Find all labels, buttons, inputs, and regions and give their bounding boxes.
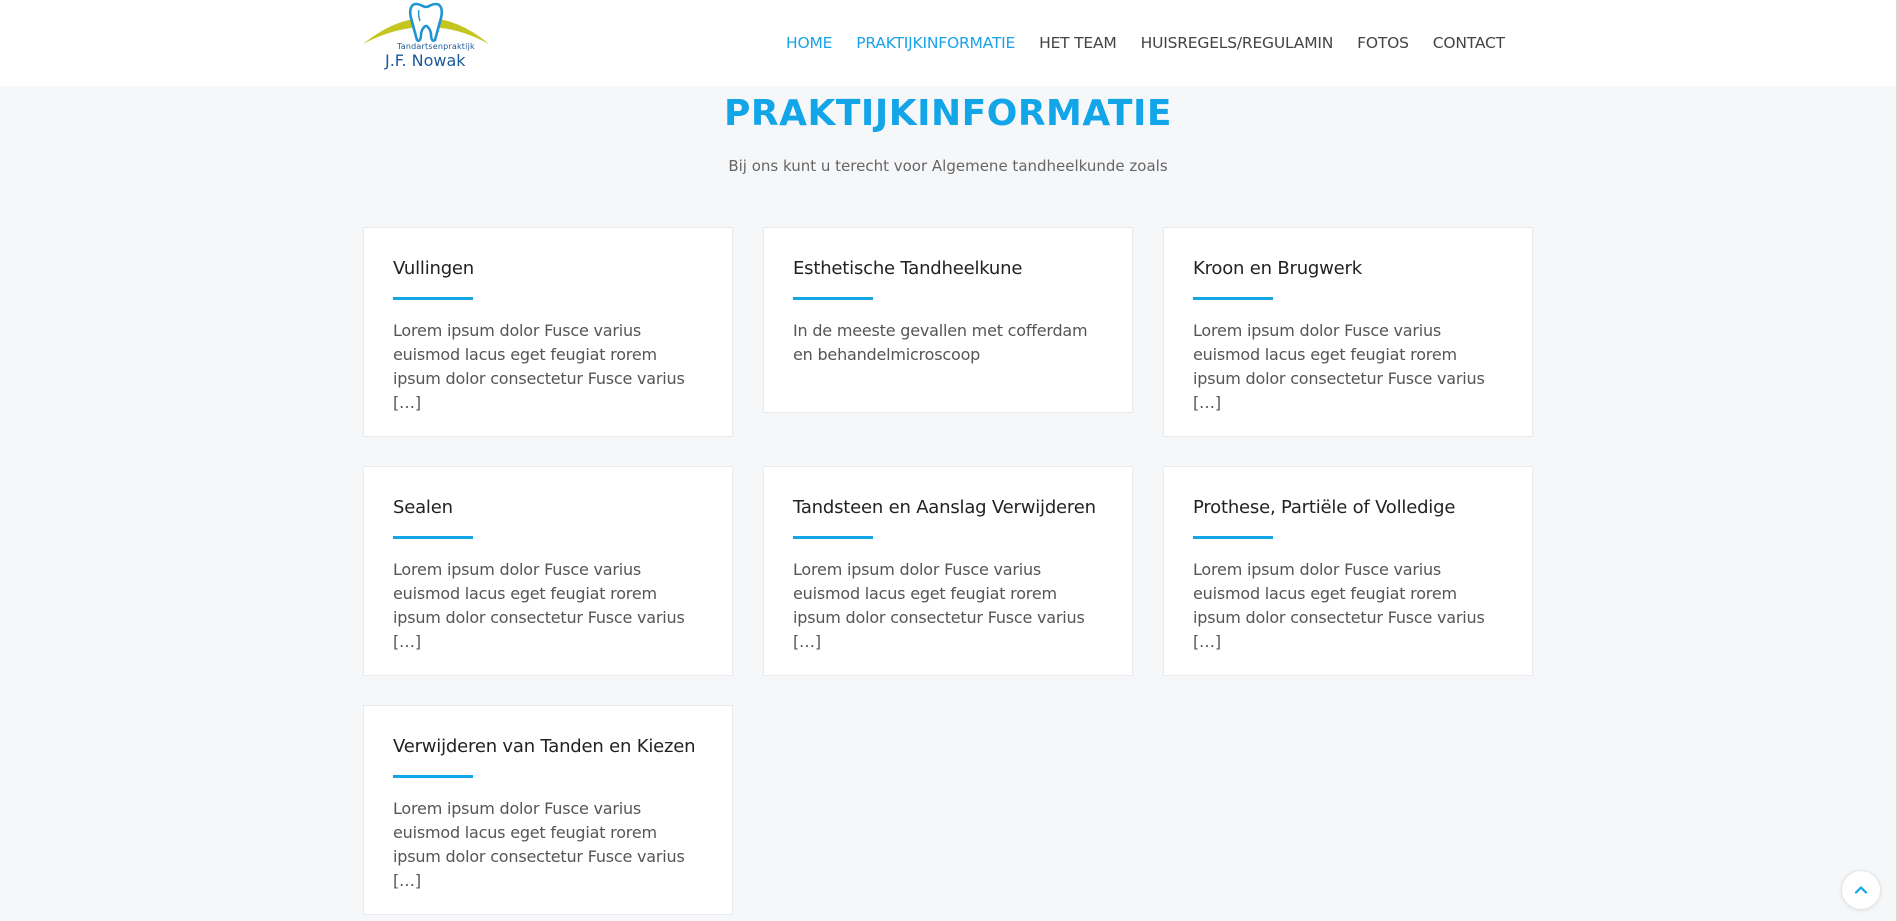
card-divider: [1193, 297, 1273, 300]
card-text: Lorem ipsum dolor Fusce varius euismod l…: [1193, 560, 1485, 651]
logo-subtitle: Tandartsenpraktijk: [397, 42, 475, 51]
service-card-verwijderen[interactable]: Verwijderen van Tanden en Kiezen Lorem i…: [363, 705, 733, 915]
card-divider: [393, 297, 473, 300]
card-divider: [393, 775, 473, 778]
card-text: Lorem ipsum dolor Fusce varius euismod l…: [393, 799, 685, 890]
card-text: Lorem ipsum dolor Fusce varius euismod l…: [393, 321, 685, 412]
service-card-tandsteen[interactable]: Tandsteen en Aanslag Verwijderen Lorem i…: [763, 466, 1133, 676]
page-title: PRAKTIJKINFORMATIE: [724, 93, 1172, 134]
nav-het-team[interactable]: HET TEAM: [1039, 34, 1117, 52]
scroll-to-top-button[interactable]: [1841, 870, 1881, 910]
nav-contact[interactable]: CONTACT: [1433, 34, 1505, 52]
card-divider: [793, 297, 873, 300]
card-title: Vullingen: [393, 258, 475, 279]
card-title: Esthetische Tandheelkune: [793, 258, 1023, 279]
main-nav: HOME PRAKTIJKINFORMATIE HET TEAM HUISREG…: [786, 31, 1505, 55]
card-title: Tandsteen en Aanslag Verwijderen: [793, 497, 1096, 518]
nav-praktijkinformatie[interactable]: PRAKTIJKINFORMATIE: [856, 34, 1015, 52]
card-divider: [393, 536, 473, 539]
card-text: Lorem ipsum dolor Fusce varius euismod l…: [1193, 321, 1485, 412]
card-title: Prothese, Partiële of Volledige: [1193, 497, 1456, 518]
card-divider: [793, 536, 873, 539]
logo-name: J.F. Nowak: [385, 51, 466, 70]
nav-huisregels[interactable]: HUISREGELS/REGULAMIN: [1141, 34, 1334, 52]
card-divider: [1193, 536, 1273, 539]
card-title: Verwijderen van Tanden en Kiezen: [393, 736, 696, 757]
card-title: Kroon en Brugwerk: [1193, 258, 1362, 279]
service-card-vullingen[interactable]: Vullingen Lorem ipsum dolor Fusce varius…: [363, 227, 733, 437]
page-subtitle: Bij ons kunt u terecht voor Algemene tan…: [728, 157, 1168, 175]
card-text: In de meeste gevallen met cofferdam en b…: [793, 321, 1088, 364]
site-header: Tandartsenpraktijk J.F. Nowak HOME PRAKT…: [0, 0, 1898, 86]
card-title: Sealen: [393, 497, 453, 518]
service-card-sealen[interactable]: Sealen Lorem ipsum dolor Fusce varius eu…: [363, 466, 733, 676]
nav-home[interactable]: HOME: [786, 34, 832, 52]
chevron-up-icon: [1854, 886, 1868, 894]
service-card-prothese[interactable]: Prothese, Partiële of Volledige Lorem ip…: [1163, 466, 1533, 676]
site-logo[interactable]: Tandartsenpraktijk J.F. Nowak: [361, 0, 493, 72]
card-text: Lorem ipsum dolor Fusce varius euismod l…: [393, 560, 685, 651]
service-card-kroon-en-brugwerk[interactable]: Kroon en Brugwerk Lorem ipsum dolor Fusc…: [1163, 227, 1533, 437]
card-text: Lorem ipsum dolor Fusce varius euismod l…: [793, 560, 1085, 651]
nav-fotos[interactable]: FOTOS: [1357, 34, 1409, 52]
service-card-esthetische-tandheelkune[interactable]: Esthetische Tandheelkune In de meeste ge…: [763, 227, 1133, 413]
